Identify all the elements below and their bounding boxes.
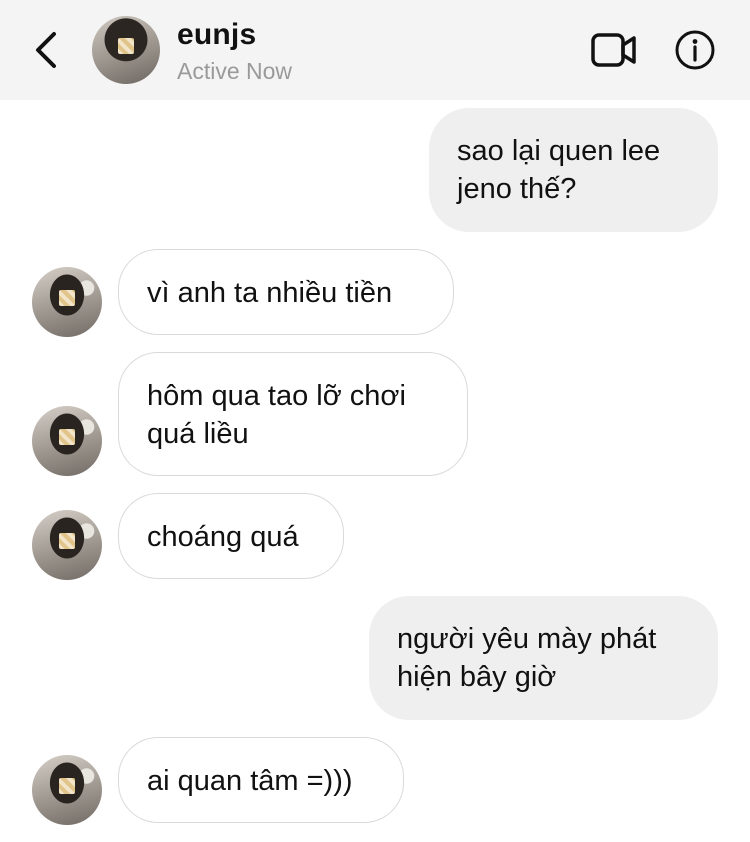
back-button[interactable] bbox=[28, 28, 64, 72]
contact-username[interactable]: eunjs bbox=[177, 18, 256, 52]
avatar-sticker bbox=[118, 37, 134, 54]
avatar-sticker bbox=[59, 777, 75, 794]
message-bubble-received[interactable]: hôm qua tao lỡ chơi quá liều bbox=[118, 352, 468, 476]
message-bubble-sent[interactable]: sao lại quen lee jeno thế? bbox=[429, 108, 718, 232]
message-bubble-received[interactable]: choáng quá bbox=[118, 493, 344, 579]
info-icon bbox=[675, 30, 715, 70]
sender-avatar[interactable] bbox=[32, 406, 102, 476]
video-camera-icon bbox=[591, 33, 636, 67]
message-bubble-received[interactable]: ai quan tâm =))) bbox=[118, 737, 404, 823]
chevron-left-icon bbox=[36, 32, 56, 68]
avatar-sticker bbox=[59, 428, 75, 445]
info-button[interactable] bbox=[674, 29, 716, 71]
sender-avatar[interactable] bbox=[32, 267, 102, 337]
message-bubble-received[interactable]: vì anh ta nhiều tiền bbox=[118, 249, 454, 335]
video-call-button[interactable] bbox=[590, 30, 638, 70]
avatar-sticker bbox=[59, 532, 75, 549]
contact-avatar[interactable] bbox=[92, 16, 160, 84]
avatar-sticker bbox=[59, 289, 75, 306]
sender-avatar[interactable] bbox=[32, 755, 102, 825]
chat-header: eunjs Active Now bbox=[0, 0, 750, 100]
active-status: Active Now bbox=[177, 58, 293, 84]
sender-avatar[interactable] bbox=[32, 510, 102, 580]
message-bubble-sent[interactable]: người yêu mày phát hiện bây giờ bbox=[369, 596, 718, 720]
